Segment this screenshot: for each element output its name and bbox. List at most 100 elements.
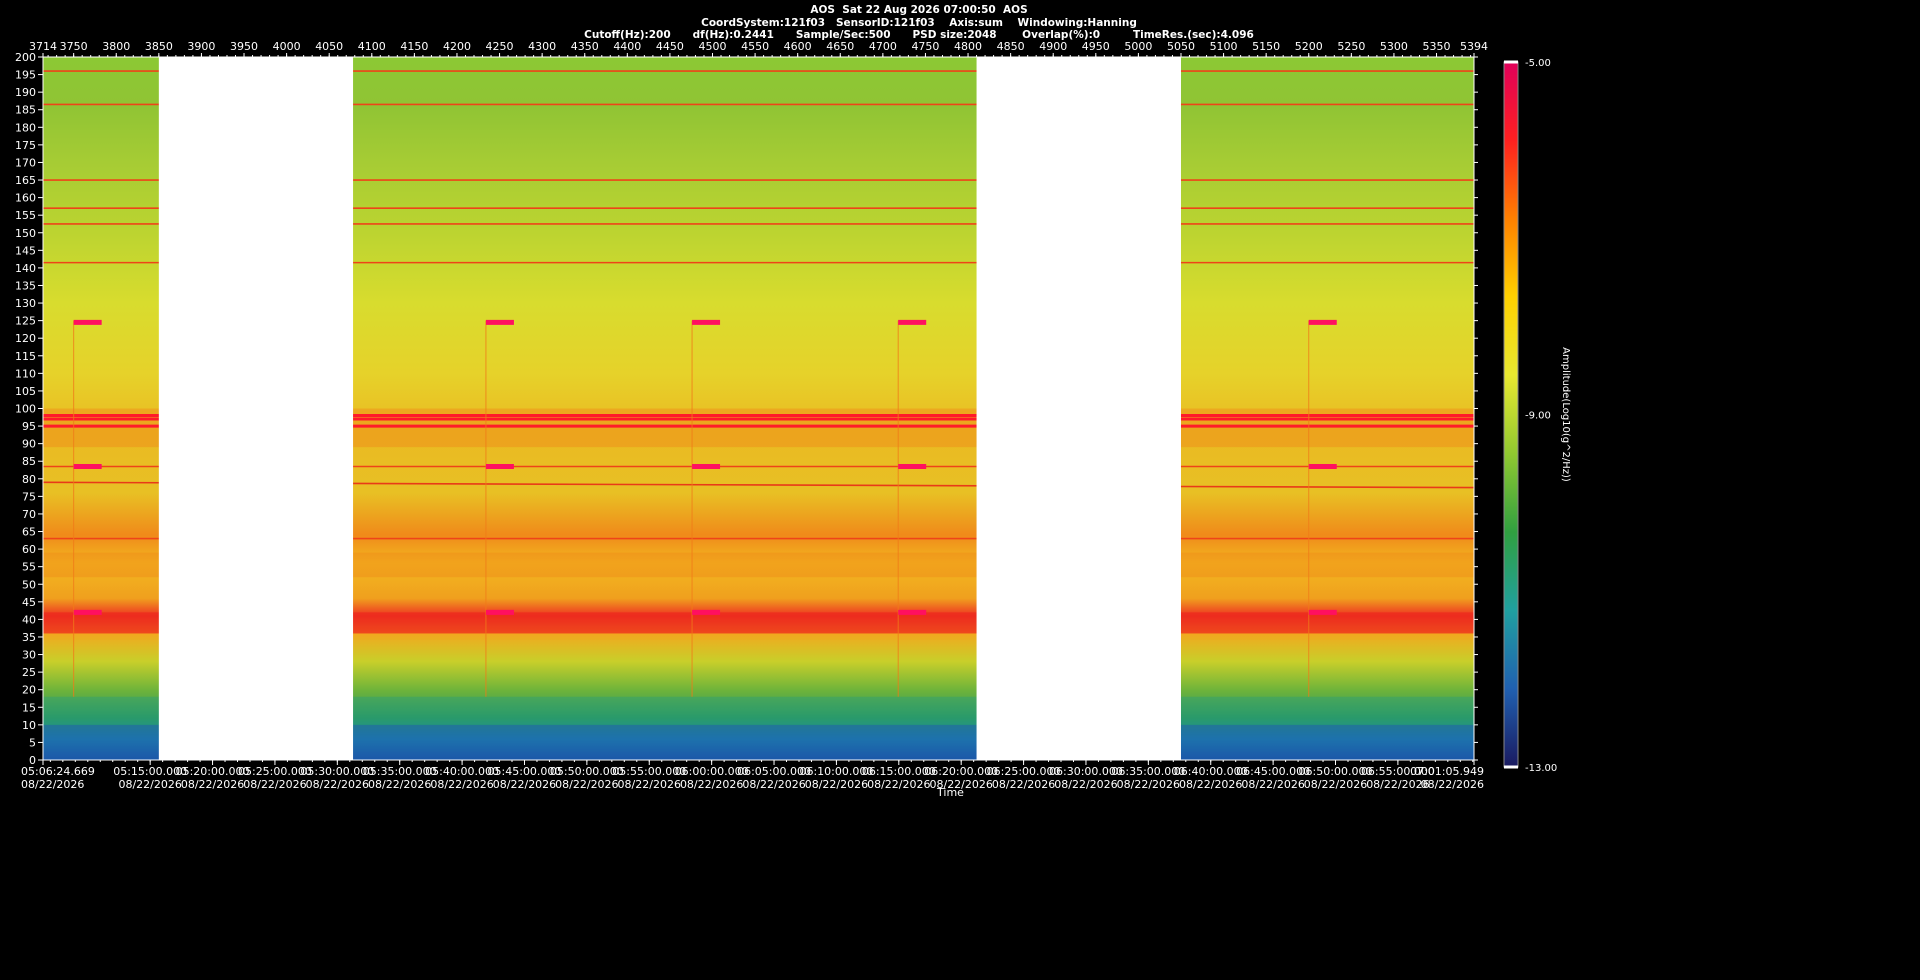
- marker-tick: [898, 319, 927, 325]
- date-tick-label: 08/22/2026: [181, 778, 244, 791]
- date-tick-label: 08/22/2026: [618, 778, 681, 791]
- y-tick-label: 80: [22, 473, 36, 486]
- y-tick-label: 70: [22, 508, 36, 521]
- y-tick-label: 125: [15, 315, 36, 328]
- top-tick-label: 5200: [1295, 40, 1323, 53]
- top-tick-label: 4250: [486, 40, 514, 53]
- top-tick-label: 5000: [1124, 40, 1152, 53]
- marker-tick: [485, 609, 514, 615]
- top-tick-label: 4050: [315, 40, 343, 53]
- date-tick-label: 08/22/2026: [805, 778, 868, 791]
- top-tick-label: 3900: [187, 40, 215, 53]
- date-tick-label: 08/22/2026: [430, 778, 493, 791]
- spectrogram-chart: 0510152025303540455055606570758085909510…: [15, 40, 1571, 799]
- date-tick-label: 08/22/2026: [493, 778, 556, 791]
- date-tick-label: 08/22/2026: [1241, 778, 1304, 791]
- y-tick-label: 85: [22, 455, 36, 468]
- date-tick-label: 08/22/2026: [306, 778, 369, 791]
- marker-tick: [692, 319, 721, 325]
- y-tick-label: 50: [22, 578, 36, 591]
- date-tick-label: 08/22/2026: [243, 778, 306, 791]
- top-tick-label: 5050: [1167, 40, 1195, 53]
- marker-tick: [1308, 463, 1337, 469]
- plot-area: [43, 57, 1474, 760]
- marker-tick: [692, 463, 721, 469]
- top-tick-label: 4800: [954, 40, 982, 53]
- date-tick-label: 08/22/2026: [1054, 778, 1117, 791]
- date-tick-label: 08/22/2026: [555, 778, 618, 791]
- y-tick-label: 60: [22, 543, 36, 556]
- y-tick-label: 95: [22, 420, 36, 433]
- date-tick-label: 08/22/2026: [368, 778, 431, 791]
- top-tick-label: 3850: [145, 40, 173, 53]
- y-tick-label: 105: [15, 385, 36, 398]
- top-tick-label: 4300: [528, 40, 556, 53]
- date-tick-label: 08/22/2026: [742, 778, 805, 791]
- colorbar-scale: [1503, 61, 1519, 768]
- y-tick-label: 30: [22, 649, 36, 662]
- y-tick-label: 35: [22, 631, 36, 644]
- date-tick-label: 08/22/2026: [867, 778, 930, 791]
- colorbar-tick-label: -9.00: [1525, 411, 1551, 422]
- top-tick-label: 4950: [1082, 40, 1110, 53]
- marker-tick: [73, 319, 102, 325]
- top-tick-label: 4200: [443, 40, 471, 53]
- marker-tick: [692, 609, 721, 615]
- top-tick-label: 4350: [571, 40, 599, 53]
- top-tick-label: 4550: [741, 40, 769, 53]
- marker-tick: [485, 319, 514, 325]
- top-tick-label: 4100: [358, 40, 386, 53]
- y-tick-label: 15: [22, 701, 36, 714]
- marker-tick: [1308, 609, 1337, 615]
- y-tick-label: 175: [15, 139, 36, 152]
- top-tick-label: 3950: [230, 40, 258, 53]
- top-tick-label: 5394: [1460, 40, 1488, 53]
- y-tick-label: 135: [15, 279, 36, 292]
- marker-tick: [73, 463, 102, 469]
- marker-tick: [73, 609, 102, 615]
- marker-tick: [898, 463, 927, 469]
- top-tick-label: 3750: [60, 40, 88, 53]
- data-gap: [158, 57, 354, 760]
- date-tick-label: 08/22/2026: [1179, 778, 1242, 791]
- top-tick-label: 5350: [1423, 40, 1451, 53]
- date-tick-label: 08/22/2026: [1304, 778, 1367, 791]
- time-tick-label: 05:06:24.669: [21, 765, 95, 778]
- y-tick-label: 190: [15, 86, 36, 99]
- y-tick-label: 5: [29, 736, 36, 749]
- y-tick-label: 185: [15, 104, 36, 117]
- top-tick-label: 4650: [826, 40, 854, 53]
- top-tick-label: 4500: [699, 40, 727, 53]
- y-tick-label: 90: [22, 438, 36, 451]
- colorbar: -5.00 -9.00 -13.00 Amplitude(Log10(g^2/Hz)): [1503, 58, 1571, 774]
- marker-tick: [898, 609, 927, 615]
- y-tick-label: 150: [15, 227, 36, 240]
- colorbar-tick-label: -13.00: [1525, 763, 1557, 774]
- y-tick-label: 20: [22, 684, 36, 697]
- top-tick-label: 4900: [1039, 40, 1067, 53]
- top-tick-label: 4000: [273, 40, 301, 53]
- date-tick-label: 08/22/2026: [680, 778, 743, 791]
- top-tick-label: 5100: [1210, 40, 1238, 53]
- time-tick-label: 07:01:05.949: [1410, 765, 1484, 778]
- y-tick-label: 55: [22, 561, 36, 574]
- y-tick-label: 160: [15, 192, 36, 205]
- date-tick-label: 08/22/2026: [1117, 778, 1180, 791]
- top-tick-label: 4850: [997, 40, 1025, 53]
- y-tick-label: 65: [22, 526, 36, 539]
- top-tick-label: 3800: [102, 40, 130, 53]
- y-tick-label: 170: [15, 156, 36, 169]
- y-tick-label: 115: [15, 350, 36, 363]
- date-tick-label: 08/22/2026: [118, 778, 181, 791]
- top-tick-label: 4700: [869, 40, 897, 53]
- y-tick-label: 120: [15, 332, 36, 345]
- top-tick-label: 4750: [911, 40, 939, 53]
- y-tick-label: 180: [15, 121, 36, 134]
- y-tick-label: 40: [22, 613, 36, 626]
- data-gap: [976, 57, 1181, 760]
- y-tick-label: 110: [15, 367, 36, 380]
- x-axis-label: Time: [936, 786, 964, 799]
- top-tick-label: 4150: [400, 40, 428, 53]
- top-tick-label: 5250: [1337, 40, 1365, 53]
- top-tick-label: 4400: [613, 40, 641, 53]
